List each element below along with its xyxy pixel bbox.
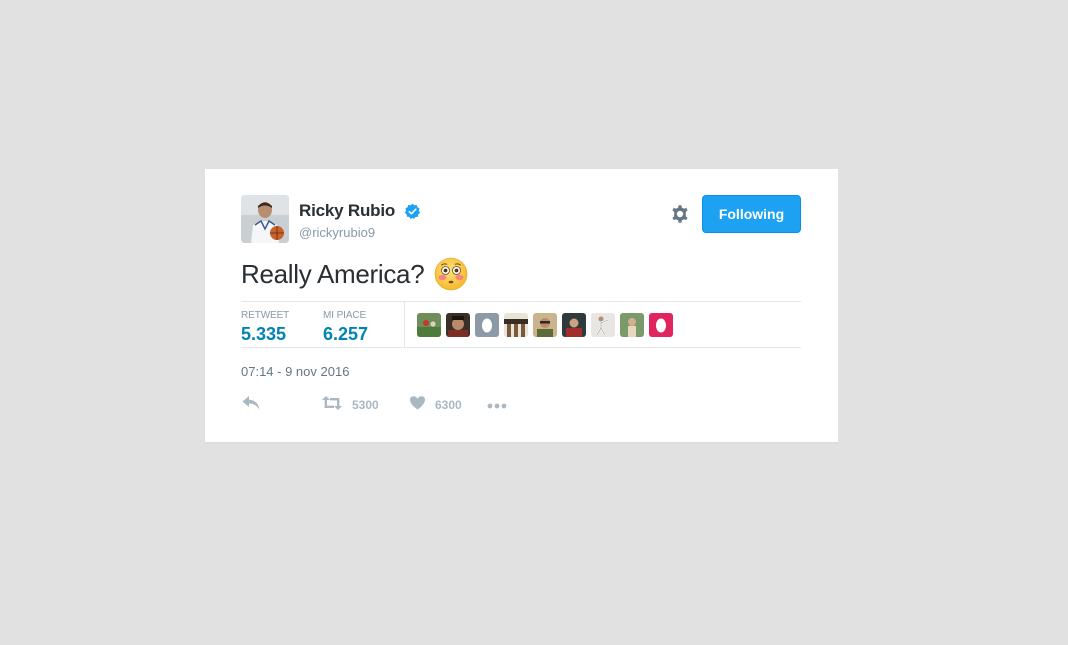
- liker-avatar-default[interactable]: [649, 313, 673, 337]
- liker-avatar[interactable]: [591, 313, 615, 337]
- likes-label: MI PIACE: [323, 310, 367, 321]
- liker-avatar[interactable]: [417, 313, 441, 337]
- user-info: Ricky Rubio @rickyrubio9: [299, 201, 421, 240]
- more-dots-icon: [487, 396, 507, 414]
- like-count: 6300: [435, 398, 462, 412]
- avatar[interactable]: [241, 195, 289, 243]
- heart-icon: [409, 395, 426, 415]
- retweets-stat[interactable]: RETWEET 5.335: [241, 310, 289, 345]
- verified-badge-icon: [404, 203, 421, 220]
- user-fullname[interactable]: Ricky Rubio: [299, 201, 395, 221]
- tweet-stats: RETWEET 5.335 MI PIACE 6.257: [241, 301, 801, 348]
- tweet-text-container: Really America?: [241, 257, 468, 291]
- stats-divider: [404, 302, 405, 348]
- following-button[interactable]: Following: [702, 195, 801, 233]
- tweet-timestamp[interactable]: 07:14 - 9 nov 2016: [241, 364, 349, 379]
- liker-avatar[interactable]: [504, 313, 528, 337]
- liker-avatar[interactable]: [446, 313, 470, 337]
- liker-avatar-default[interactable]: [475, 313, 499, 337]
- retweet-button[interactable]: 5300: [321, 395, 379, 415]
- like-button[interactable]: 6300: [409, 395, 462, 415]
- more-button[interactable]: [487, 395, 507, 415]
- liker-avatar[interactable]: [620, 313, 644, 337]
- liker-avatar[interactable]: [533, 313, 557, 337]
- retweets-value: 5.335: [241, 324, 287, 344]
- flushed-face-emoji: [434, 257, 468, 291]
- gear-icon[interactable]: [670, 204, 690, 224]
- retweets-label: RETWEET: [241, 310, 290, 321]
- likes-value: 6.257: [323, 324, 369, 344]
- avatar-image: [241, 195, 289, 243]
- tweet-card: Ricky Rubio @rickyrubio9 Following Reall…: [205, 169, 838, 444]
- liker-avatars: [417, 313, 678, 337]
- likes-stat[interactable]: MI PIACE 6.257: [323, 310, 368, 345]
- tweet-text: Really America?: [241, 258, 425, 289]
- retweet-count: 5300: [352, 398, 379, 412]
- retweet-icon: [321, 395, 343, 416]
- reply-button[interactable]: [241, 395, 261, 415]
- user-handle[interactable]: @rickyrubio9: [299, 225, 421, 240]
- reply-icon: [241, 395, 261, 416]
- liker-avatar[interactable]: [562, 313, 586, 337]
